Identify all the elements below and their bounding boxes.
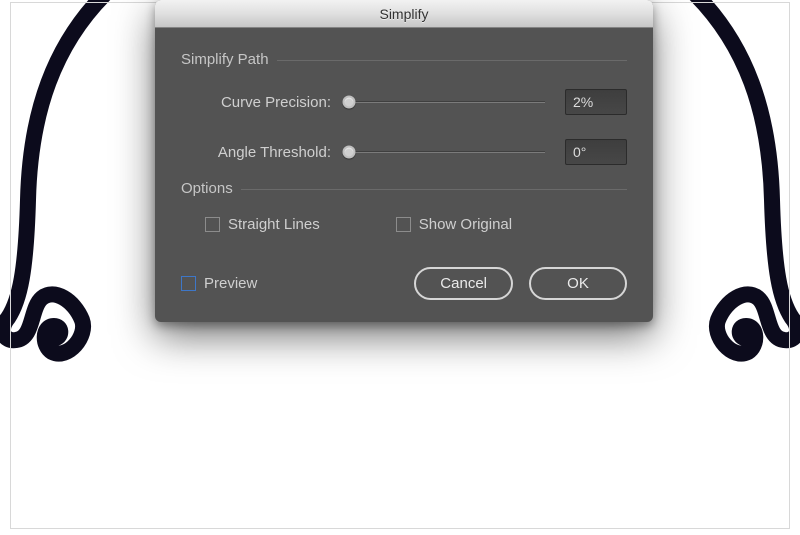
- checkbox-preview[interactable]: Preview: [181, 275, 257, 292]
- checkbox-straight-lines[interactable]: Straight Lines: [205, 216, 320, 233]
- checkbox-label: Preview: [204, 275, 257, 292]
- slider-angle-threshold[interactable]: [337, 143, 557, 161]
- cancel-button[interactable]: Cancel: [414, 267, 513, 300]
- slider-track: [349, 151, 545, 153]
- section-options: Options Straight Lines Show Original: [181, 189, 627, 233]
- dialog-footer: Preview Cancel OK: [175, 253, 633, 300]
- checkbox-box: [396, 217, 411, 232]
- slider-track: [349, 101, 545, 103]
- row-angle-threshold: Angle Threshold: 0°: [181, 139, 627, 165]
- slider-thumb[interactable]: [343, 96, 356, 109]
- checkbox-box: [181, 276, 196, 291]
- section-title-simplify-path: Simplify Path: [177, 51, 277, 68]
- section-simplify-path: Simplify Path Curve Precision: 2% Angle …: [181, 60, 627, 165]
- checkbox-box: [205, 217, 220, 232]
- dialog-body: Simplify Path Curve Precision: 2% Angle …: [155, 28, 653, 322]
- slider-curve-precision[interactable]: [337, 93, 557, 111]
- dialog-title: Simplify: [379, 6, 428, 22]
- label-angle-threshold: Angle Threshold:: [181, 144, 337, 161]
- slider-thumb[interactable]: [343, 146, 356, 159]
- input-curve-precision[interactable]: 2%: [565, 89, 627, 115]
- checkbox-label: Straight Lines: [228, 216, 320, 233]
- simplify-dialog: Simplify Simplify Path Curve Precision: …: [155, 0, 653, 322]
- dialog-titlebar[interactable]: Simplify: [155, 0, 653, 28]
- input-angle-threshold[interactable]: 0°: [565, 139, 627, 165]
- section-title-options: Options: [177, 180, 241, 197]
- ok-button[interactable]: OK: [529, 267, 627, 300]
- checkbox-show-original[interactable]: Show Original: [396, 216, 512, 233]
- row-curve-precision: Curve Precision: 2%: [181, 89, 627, 115]
- checkbox-label: Show Original: [419, 216, 512, 233]
- options-row: Straight Lines Show Original: [205, 216, 627, 233]
- label-curve-precision: Curve Precision:: [181, 94, 337, 111]
